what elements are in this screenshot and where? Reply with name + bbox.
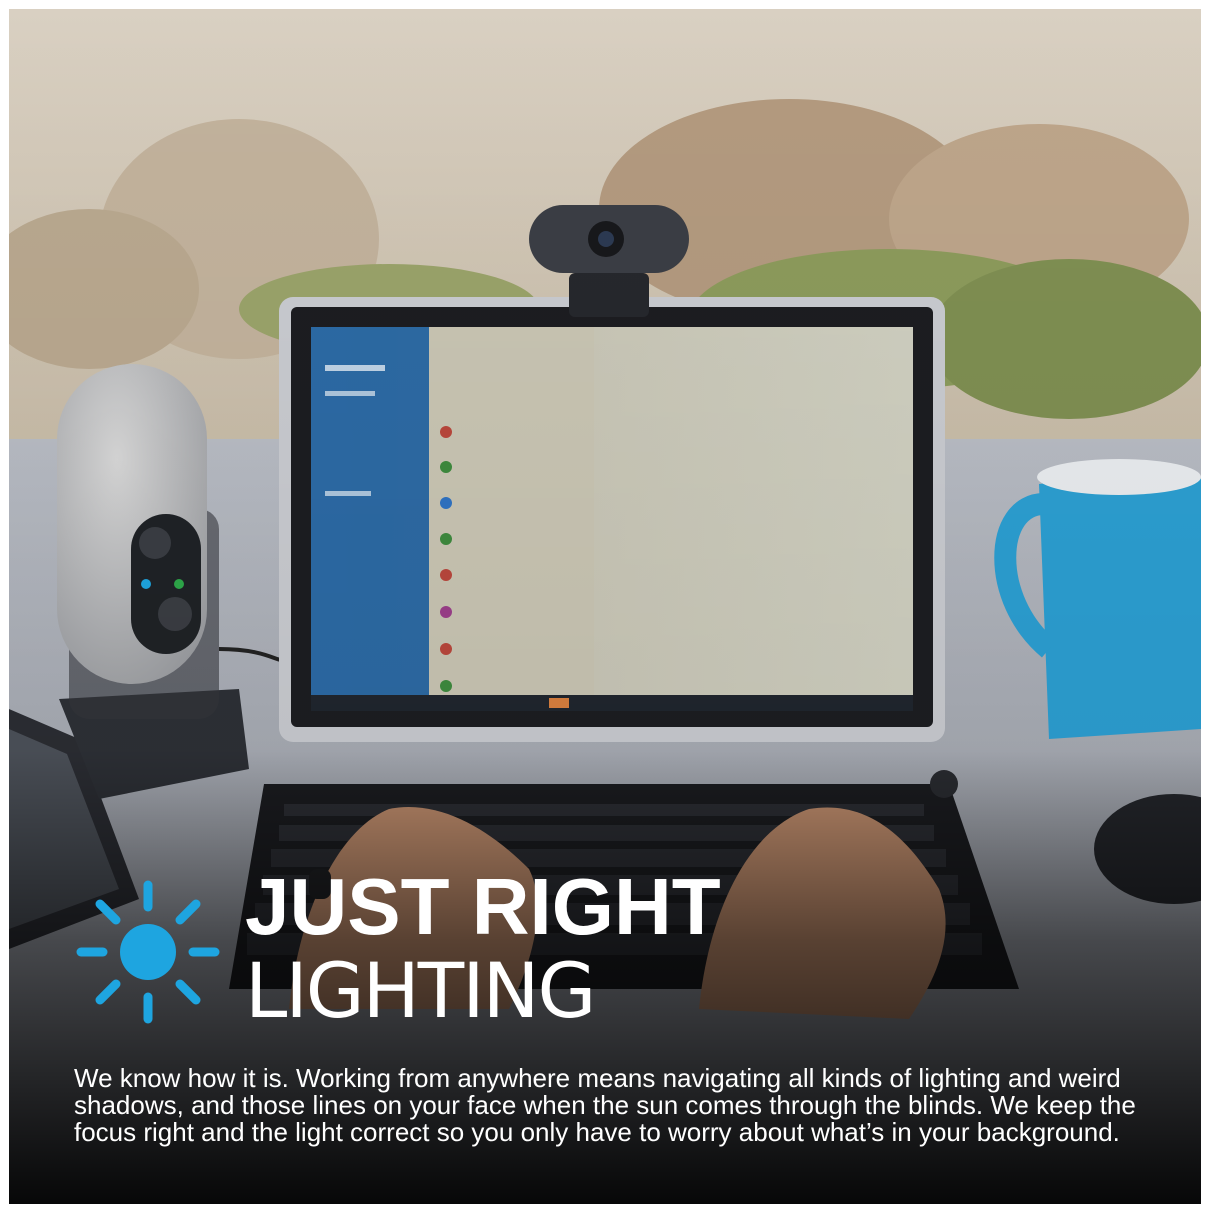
headline-line2: LIGHTING — [245, 946, 596, 1035]
hero-image: JUST RIGHT LIGHTING We know how it is. W… — [9, 9, 1201, 1204]
body-copy: We know how it is. Working from anywhere… — [74, 1063, 1136, 1147]
headline-line1: JUST RIGHT — [245, 862, 721, 951]
sun-icon — [76, 880, 220, 1024]
headline: JUST RIGHT LIGHTING — [245, 867, 721, 1029]
